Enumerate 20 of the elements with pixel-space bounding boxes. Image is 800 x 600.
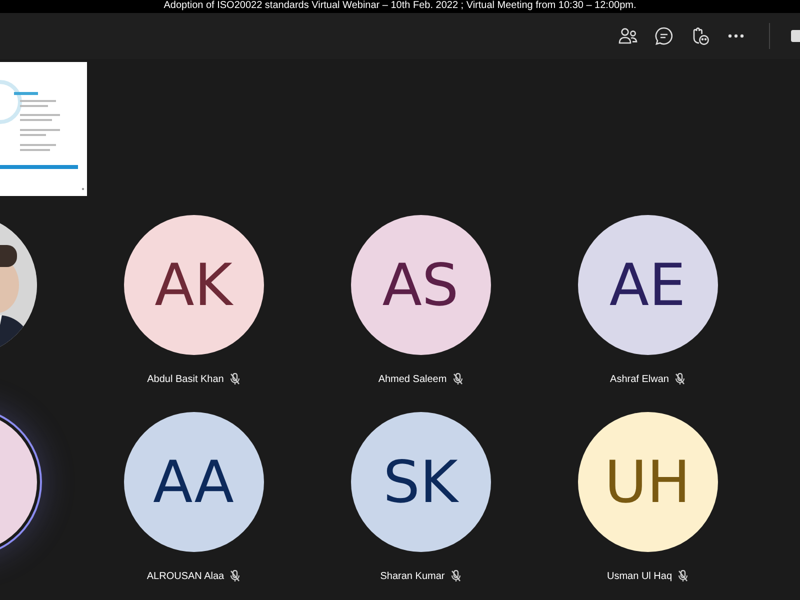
muted-mic-icon — [230, 373, 240, 385]
avatar: UH — [578, 412, 718, 552]
participant-name: Sharan Kumar — [380, 570, 445, 582]
avatar: AK — [124, 215, 264, 355]
meeting-title: Adoption of ISO20022 standards Virtual Webinar – 10th Feb. 2022 ; Virtual Meeting from 10:30 – 12:00pm. — [164, 0, 636, 13]
avatar: AS — [350, 215, 490, 355]
participant-name: Abdul Basit Khan — [147, 374, 224, 384]
participant-name: Ahmed Saleem — [378, 374, 447, 384]
muted-mic-icon — [674, 373, 685, 385]
chat-icon[interactable] — [653, 25, 675, 47]
muted-mic-icon — [450, 570, 461, 582]
participant-name: Ashraf Elwan — [610, 374, 669, 384]
muted-mic-icon — [230, 570, 240, 582]
avatar: AE — [578, 215, 718, 355]
avatar: SK — [350, 412, 490, 552]
participant-name: Usman Ul Haq — [606, 570, 672, 582]
muted-mic-icon — [452, 373, 463, 385]
participant-name: ALROUSAN Alaa — [146, 570, 224, 582]
muted-mic-icon — [678, 570, 688, 582]
avatar: AA — [124, 412, 264, 552]
